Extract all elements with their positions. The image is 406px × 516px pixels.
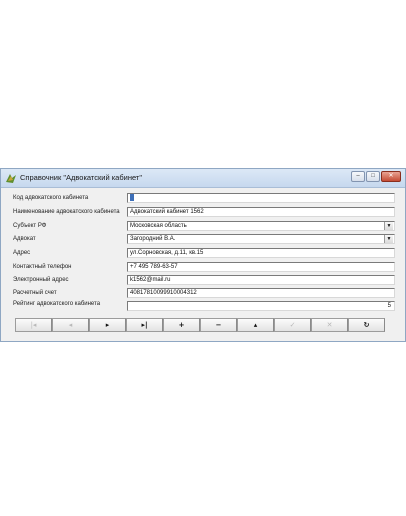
maximize-icon[interactable]: □: [366, 171, 380, 182]
field-row-lawyer: Адвокат Загородний В.А. ▼: [1, 234, 405, 246]
rating-input[interactable]: 5: [127, 301, 395, 311]
cabinet-name-input[interactable]: Адвокатский кабинет 1562: [127, 207, 395, 217]
field-row-name: Наименование адвокатского кабинета Адвок…: [1, 207, 405, 219]
address-input[interactable]: ул.Сорновская, д.11, кв.15: [127, 248, 395, 258]
field-row-code: Код адвокатского кабинета: [1, 193, 405, 205]
field-row-account: Расчетный счет 40817810099910004312: [1, 288, 405, 300]
lawyer-select[interactable]: Загородний В.А. ▼: [127, 234, 395, 244]
text-cursor: [130, 194, 134, 201]
field-label: Адвокат: [13, 236, 36, 242]
field-row-phone: Контактный телефон +7 495 789-63-57: [1, 262, 405, 274]
prior-record-button[interactable]: ◂: [52, 318, 89, 332]
window-title: Справочник "Адвокатский кабинет": [20, 173, 143, 182]
record-navigator: |◂ ◂ ▸ ▸| + − ▴ ✓ ✕ ↻: [15, 318, 387, 332]
delete-record-button[interactable]: −: [200, 318, 237, 332]
refresh-button[interactable]: ↻: [348, 318, 385, 332]
first-record-button[interactable]: |◂: [15, 318, 52, 332]
dialog-window: Справочник "Адвокатский кабинет" – □ ✕ К…: [0, 168, 406, 342]
field-label: Адрес: [13, 250, 31, 256]
edit-record-button[interactable]: ▴: [237, 318, 274, 332]
field-label: Наименование адвокатского кабинета: [13, 209, 120, 215]
field-row-email: Электронный адрес k1562@mail.ru: [1, 275, 405, 287]
field-label: Расчетный счет: [13, 290, 57, 296]
chevron-down-icon[interactable]: ▼: [384, 235, 393, 243]
close-icon[interactable]: ✕: [381, 171, 401, 182]
email-input[interactable]: k1562@mail.ru: [127, 275, 395, 285]
region-select[interactable]: Московская область ▼: [127, 221, 395, 231]
next-record-button[interactable]: ▸: [89, 318, 126, 332]
last-record-button[interactable]: ▸|: [126, 318, 163, 332]
phone-input[interactable]: +7 495 789-63-57: [127, 262, 395, 272]
field-row-rating: Рейтинг адвокатского кабинета 5: [1, 301, 405, 313]
field-label: Контактный телефон: [13, 264, 72, 270]
insert-record-button[interactable]: +: [163, 318, 200, 332]
code-input[interactable]: [127, 193, 395, 203]
chevron-down-icon[interactable]: ▼: [384, 222, 393, 230]
field-label: Рейтинг адвокатского кабинета: [13, 301, 101, 307]
minimize-icon[interactable]: –: [351, 171, 365, 182]
field-row-address: Адрес ул.Сорновская, д.11, кв.15: [1, 248, 405, 260]
app-icon: [6, 174, 16, 183]
field-label: Субъект РФ: [13, 223, 47, 229]
field-label: Электронный адрес: [13, 277, 69, 283]
post-record-button[interactable]: ✓: [274, 318, 311, 332]
field-row-region: Субъект РФ Московская область ▼: [1, 221, 405, 233]
field-label: Код адвокатского кабинета: [13, 195, 89, 201]
account-input[interactable]: 40817810099910004312: [127, 288, 395, 298]
cancel-edit-button[interactable]: ✕: [311, 318, 348, 332]
title-bar[interactable]: Справочник "Адвокатский кабинет" – □ ✕: [1, 169, 405, 188]
